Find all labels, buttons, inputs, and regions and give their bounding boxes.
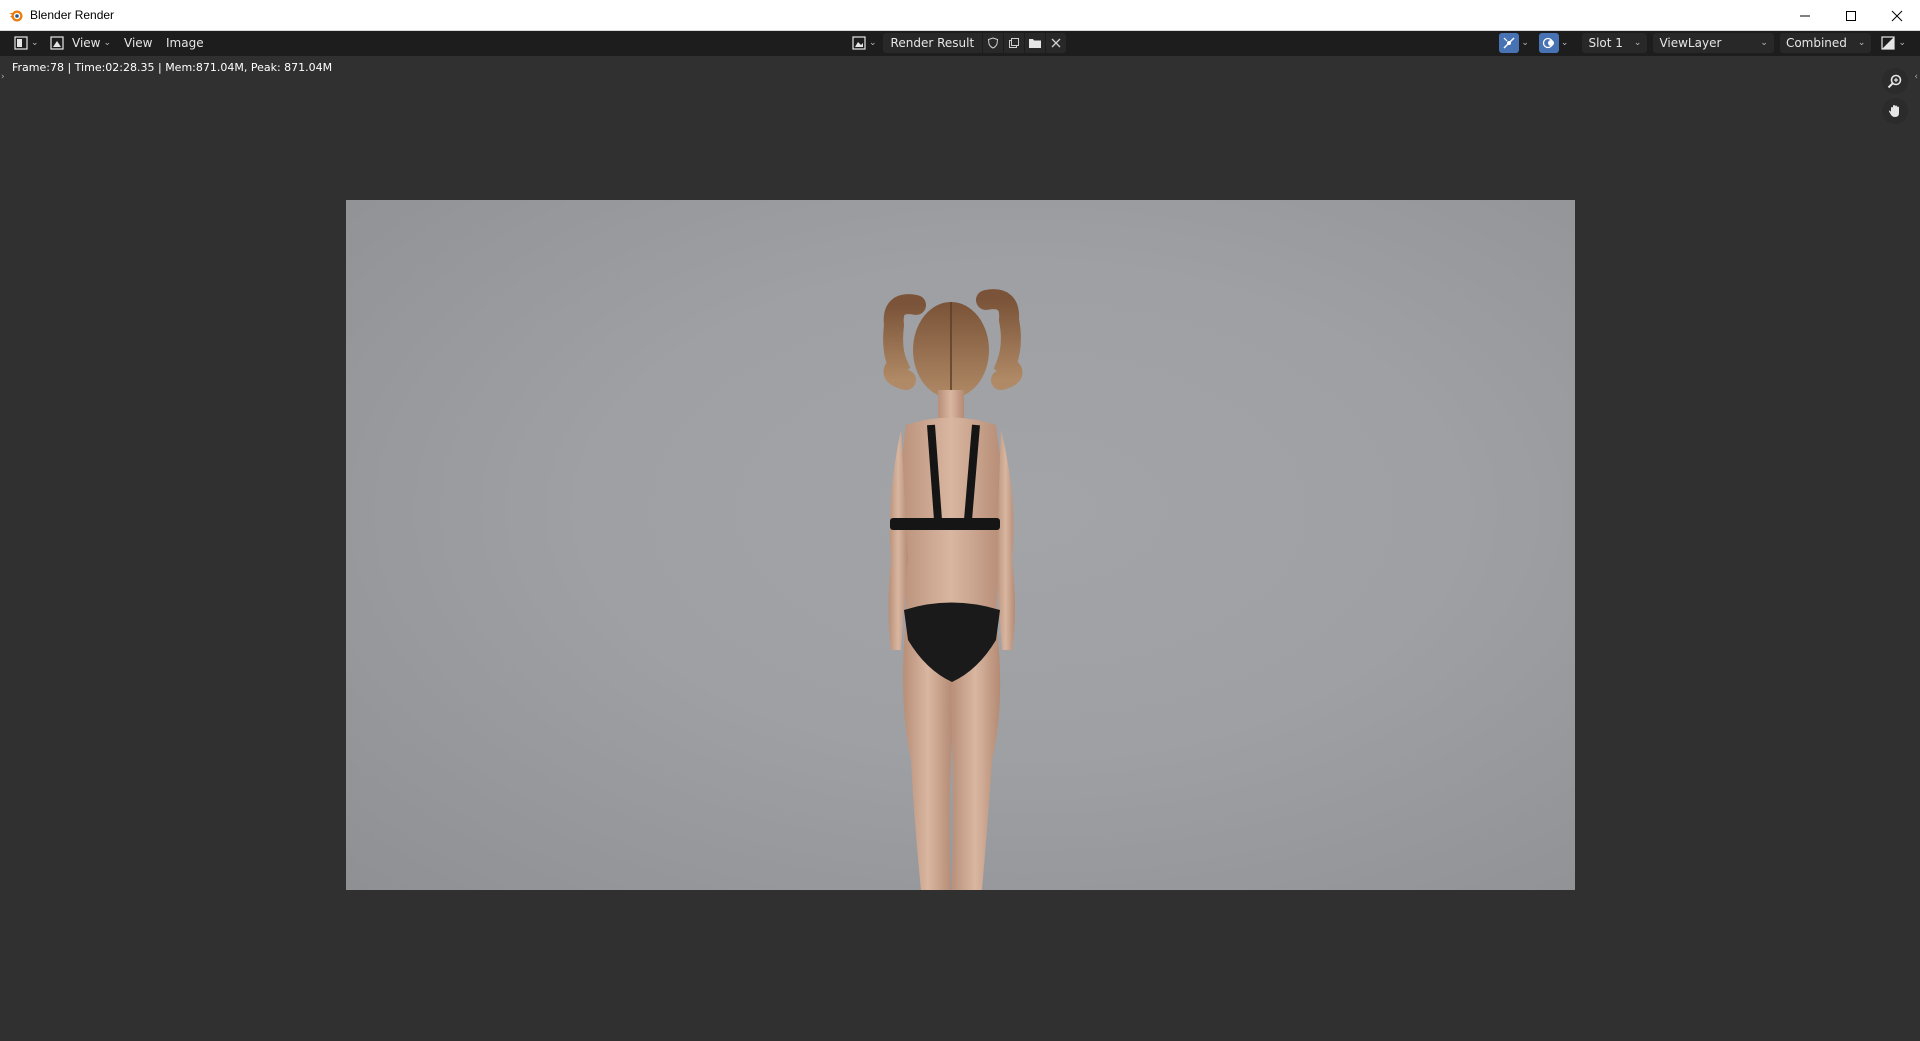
open-image-button[interactable]: [1025, 33, 1046, 53]
pan-gizmo-button[interactable]: [1882, 98, 1908, 124]
slot-dropdown[interactable]: Slot 1 ⌄: [1582, 33, 1648, 53]
slot-label: Slot 1: [1588, 36, 1623, 50]
pass-dropdown[interactable]: Combined ⌄: [1779, 33, 1872, 53]
chevron-down-icon: ⌄: [1857, 38, 1866, 48]
pass-label: Combined: [1785, 36, 1847, 50]
view-mode-dropdown[interactable]: View ⌄: [46, 33, 115, 53]
fake-user-button[interactable]: [983, 33, 1004, 53]
close-icon: [1891, 10, 1903, 21]
image-editor-icon: [14, 36, 28, 50]
menu-image[interactable]: Image: [162, 33, 208, 53]
chevron-down-icon: ⌄: [1898, 38, 1906, 48]
gizmo-toggle-button[interactable]: [1499, 33, 1520, 53]
chevron-down-icon: ⌄: [1633, 38, 1642, 48]
window-title: Blender Render: [30, 8, 115, 22]
overlays-icon: [1542, 37, 1554, 49]
image-browse-icon: [852, 36, 866, 50]
maximize-button[interactable]: [1828, 0, 1874, 31]
zoom-icon: [1887, 74, 1902, 89]
image-name-field[interactable]: Render Result: [882, 33, 983, 53]
x-icon: [1051, 38, 1061, 48]
overlay-toggle-button[interactable]: [1538, 33, 1559, 53]
folder-icon: [1029, 39, 1042, 48]
view-mode-label: View: [72, 36, 101, 50]
gizmo-icon: [1503, 37, 1515, 49]
chevron-down-icon: ⌄: [31, 38, 39, 48]
chevron-down-icon: ⌄: [869, 38, 877, 48]
rendered-figure-illustration: [883, 289, 1023, 890]
render-result-image: [346, 200, 1575, 890]
display-channels-icon: [1881, 36, 1896, 50]
sidebar-region-toggle[interactable]: ‹: [1914, 72, 1918, 82]
minimize-icon: [1800, 15, 1810, 16]
unlink-image-button[interactable]: [1046, 33, 1067, 53]
view-layer-dropdown[interactable]: ViewLayer ⌄: [1653, 33, 1774, 53]
render-stats-text: Frame:78 | Time:02:28.35 | Mem:871.04M, …: [12, 61, 333, 74]
image-view-icon: [50, 36, 64, 50]
window-titlebar: Blender Render: [0, 0, 1920, 31]
header-right-controls: ⌄ ⌄ Slot 1 ⌄ ViewLayer ⌄ Combined ⌄ ⌄: [1499, 33, 1910, 53]
new-image-button[interactable]: [1004, 33, 1025, 53]
chevron-down-icon: ⌄: [1760, 38, 1768, 48]
chevron-down-icon: ⌄: [1560, 38, 1569, 48]
shield-icon: [988, 37, 999, 49]
minimize-button[interactable]: [1782, 0, 1828, 31]
chevron-down-icon: ⌄: [1521, 38, 1529, 48]
browse-image-button[interactable]: ⌄: [850, 33, 879, 53]
hand-icon: [1888, 105, 1899, 117]
image-editor-header: ⌄ View ⌄ View Image ⌄ Render Result ⌄ ⌄ …: [0, 31, 1920, 56]
close-window-button[interactable]: [1874, 0, 1920, 31]
zoom-gizmo-button[interactable]: [1882, 68, 1908, 94]
menu-view[interactable]: View: [120, 33, 156, 53]
blender-logo-icon: [8, 7, 24, 23]
image-datablock-selector: ⌄ Render Result: [850, 33, 1067, 53]
duplicate-icon: [1009, 38, 1020, 48]
display-channels-button[interactable]: ⌄: [1877, 33, 1910, 53]
view-layer-label: ViewLayer: [1659, 36, 1722, 50]
maximize-icon: [1846, 10, 1856, 21]
chevron-down-icon: ⌄: [103, 38, 112, 48]
window-controls: [1782, 0, 1920, 31]
editor-type-button[interactable]: ⌄: [10, 33, 43, 53]
toolbar-region-toggle[interactable]: ›: [1, 72, 5, 82]
